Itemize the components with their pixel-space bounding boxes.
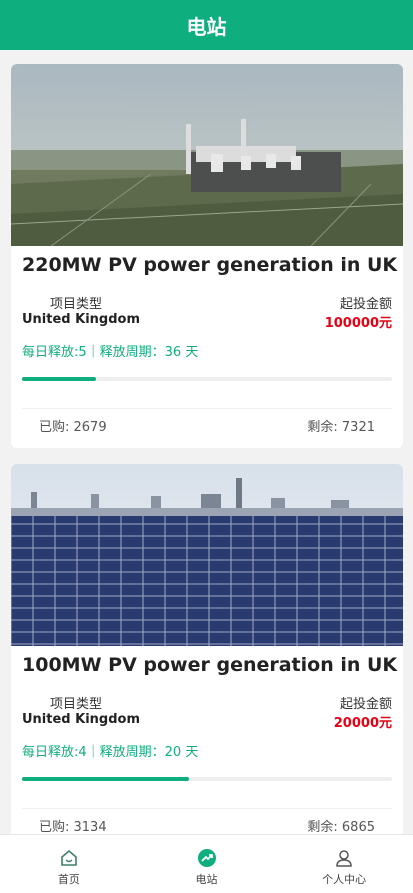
home-icon [58,847,80,869]
bottom-tab-bar: 首页 电站 个人中心 [0,834,413,893]
station-card[interactable]: 220MW PV power generation in UK 项目类型 起投金… [11,64,403,448]
tab-home[interactable]: 首页 [0,835,138,893]
page-title: 电站 [186,14,227,39]
station-card[interactable]: 100MW PV power generation in UK 项目类型 起投金… [11,464,403,848]
user-icon [333,847,355,869]
trend-icon [196,847,218,869]
card-title: 100MW PV power generation in UK [22,654,398,676]
remaining-count: 剩余: 7321 [307,420,375,435]
tab-profile[interactable]: 个人中心 [275,835,413,893]
tab-label: 个人中心 [322,873,367,886]
divider [22,808,392,809]
type-label: 项目类型 [50,297,103,312]
country-value: United Kingdom [22,712,141,727]
page-header: 电站 [0,0,413,50]
amount-value: 20000元 [333,716,392,731]
amount-value: 100000元 [324,316,392,331]
bought-count: 已购: 2679 [39,420,107,435]
progress-fill [22,377,96,381]
release-info: 每日释放:4｜释放周期：20 天 [22,745,199,760]
progress-fill [22,777,189,781]
tab-label: 电站 [195,873,218,886]
type-label: 项目类型 [50,697,103,712]
bought-count: 已购: 3134 [39,820,107,835]
progress-bar [22,377,392,381]
tab-station[interactable]: 电站 [138,835,276,893]
card-title: 220MW PV power generation in UK [22,254,398,276]
amount-label: 起投金额 [339,297,392,312]
progress-bar [22,777,392,781]
tab-label: 首页 [57,873,80,886]
power-plant-photo [11,64,403,246]
country-value: United Kingdom [22,312,141,327]
solar-panels-photo [11,464,403,646]
release-info: 每日释放:5｜释放周期：36 天 [22,345,199,360]
remaining-count: 剩余: 6865 [307,820,375,835]
amount-label: 起投金额 [339,697,392,712]
divider [22,408,392,409]
